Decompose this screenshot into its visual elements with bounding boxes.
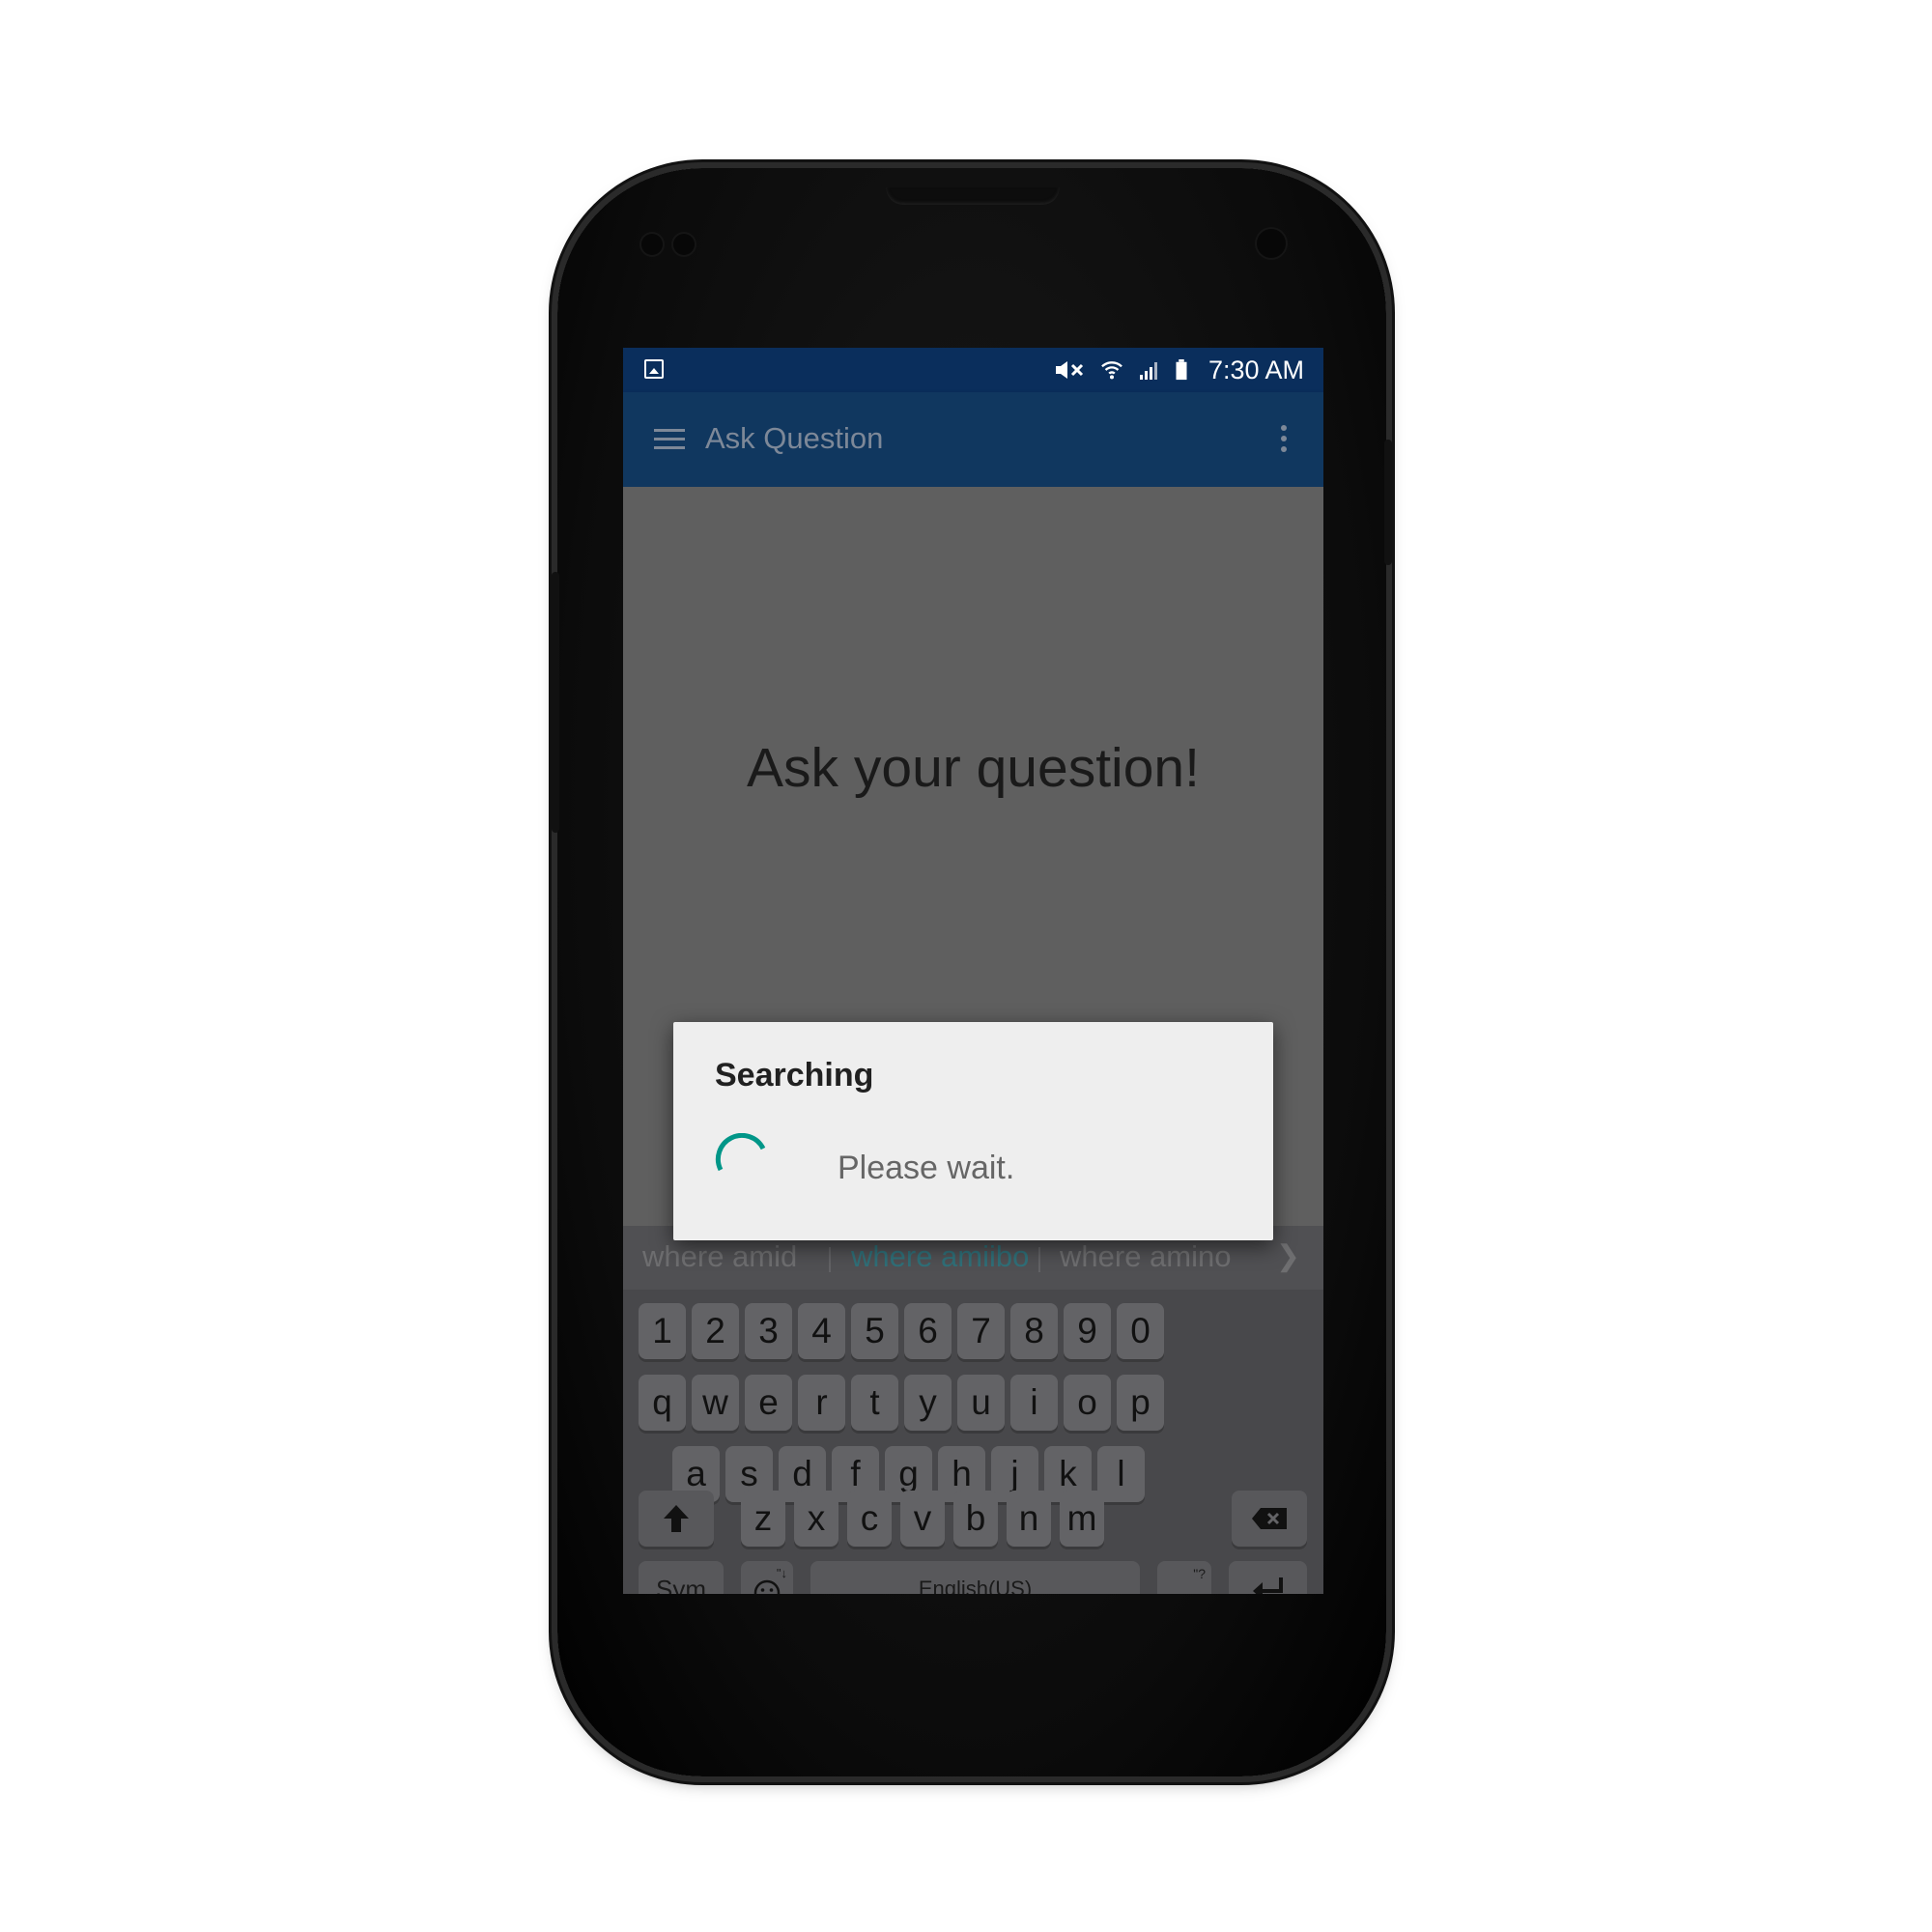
backspace-key[interactable] (1232, 1491, 1307, 1547)
signal-icon (1140, 362, 1157, 380)
space-key[interactable]: English(US) (810, 1561, 1140, 1594)
key-7[interactable]: 7 (957, 1303, 1005, 1359)
power-button (1384, 440, 1392, 565)
suggestion-item[interactable]: where amid (642, 1239, 797, 1274)
key-u[interactable]: u (957, 1375, 1005, 1431)
key-z[interactable]: z (741, 1491, 785, 1547)
earpiece-speaker (886, 187, 1060, 205)
image-notification-icon (644, 359, 664, 379)
key-m[interactable]: m (1060, 1491, 1104, 1547)
key-8[interactable]: 8 (1010, 1303, 1058, 1359)
progress-dialog: Searching Please wait. (673, 1022, 1273, 1240)
key-y[interactable]: y (904, 1375, 952, 1431)
soft-keyboard: 1234567890 qwertyuiop asdfghjkl zxcvbnm … (623, 1290, 1323, 1594)
key-6[interactable]: 6 (904, 1303, 952, 1359)
key-0[interactable]: 0 (1117, 1303, 1164, 1359)
suggestion-item[interactable]: where amiibo (851, 1239, 1029, 1274)
status-time: 7:30 AM (1208, 355, 1304, 384)
app-bar-title: Ask Question (705, 421, 884, 455)
key-9[interactable]: 9 (1064, 1303, 1111, 1359)
key-q[interactable]: q (639, 1375, 686, 1431)
key-l[interactable]: l (1097, 1446, 1145, 1502)
sym-key[interactable]: Sym (639, 1561, 724, 1594)
key-r[interactable]: r (798, 1375, 845, 1431)
key-w[interactable]: w (692, 1375, 739, 1431)
enter-key[interactable] (1229, 1561, 1307, 1594)
key-2[interactable]: 2 (692, 1303, 739, 1359)
key-n[interactable]: n (1007, 1491, 1051, 1547)
key-i[interactable]: i (1010, 1375, 1058, 1431)
status-bar: 7:30 AM (623, 348, 1323, 392)
key-o[interactable]: o (1064, 1375, 1111, 1431)
volume-button (552, 572, 559, 833)
key-c[interactable]: c (847, 1491, 892, 1547)
key-b[interactable]: b (953, 1491, 998, 1547)
dialog-message: Please wait. (838, 1150, 1015, 1186)
emoji-key-hint: "↓ (776, 1566, 787, 1580)
key-5[interactable]: 5 (851, 1303, 898, 1359)
key-p[interactable]: p (1117, 1375, 1164, 1431)
light-sensor (673, 234, 695, 255)
suggestion-item[interactable]: where amino (1060, 1239, 1231, 1274)
key-4[interactable]: 4 (798, 1303, 845, 1359)
period-key[interactable]: "? . (1157, 1561, 1211, 1594)
period-key-label: . (1157, 1567, 1211, 1594)
battery-icon (1176, 359, 1187, 381)
front-camera (1257, 229, 1286, 258)
proximity-sensor (641, 234, 663, 255)
emoji-key[interactable]: "↓ (741, 1561, 793, 1594)
key-1[interactable]: 1 (639, 1303, 686, 1359)
dialog-title: Searching (715, 1057, 874, 1094)
loading-spinner-icon (715, 1133, 766, 1172)
key-v[interactable]: v (900, 1491, 945, 1547)
key-x[interactable]: x (794, 1491, 838, 1547)
key-t[interactable]: t (851, 1375, 898, 1431)
overflow-menu-icon[interactable] (1281, 425, 1289, 456)
screen: 7:30 AM Ask Question Ask your question! … (623, 348, 1323, 1594)
shift-arrow-icon (664, 1505, 689, 1532)
main-content: Ask your question! where amid where amii… (623, 487, 1323, 1594)
suggestion-divider (829, 1247, 831, 1272)
mute-icon (1056, 361, 1084, 379)
hamburger-menu-icon[interactable] (654, 429, 685, 450)
app-bar: Ask Question (623, 392, 1323, 487)
question-prompt: Ask your question! (747, 737, 1200, 799)
wifi-icon (1101, 361, 1122, 380)
shift-key[interactable] (639, 1491, 714, 1547)
chevron-right-icon[interactable]: ❯ (1276, 1239, 1300, 1273)
suggestion-divider (1038, 1247, 1040, 1272)
enter-icon (1252, 1577, 1283, 1594)
key-3[interactable]: 3 (745, 1303, 792, 1359)
key-e[interactable]: e (745, 1375, 792, 1431)
backspace-icon (1252, 1508, 1287, 1529)
